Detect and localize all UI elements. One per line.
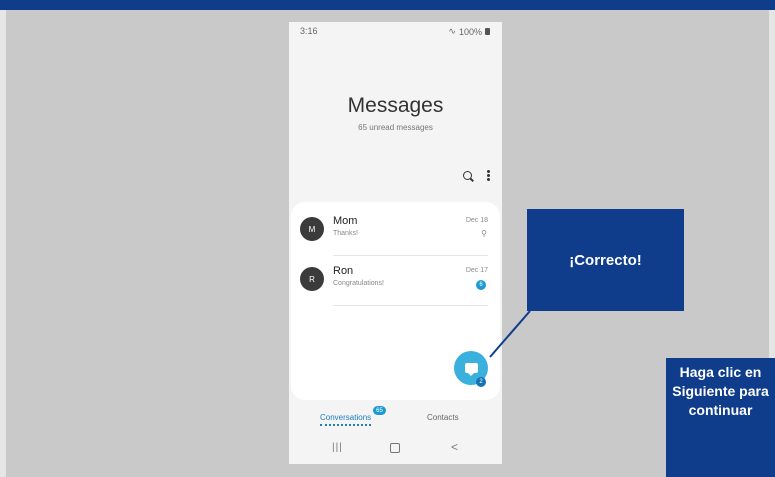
next-instruction: Haga clic en Siguiente para continuar (666, 358, 775, 477)
feedback-callout: ¡Correcto! (527, 209, 684, 311)
callout-line (489, 310, 531, 358)
